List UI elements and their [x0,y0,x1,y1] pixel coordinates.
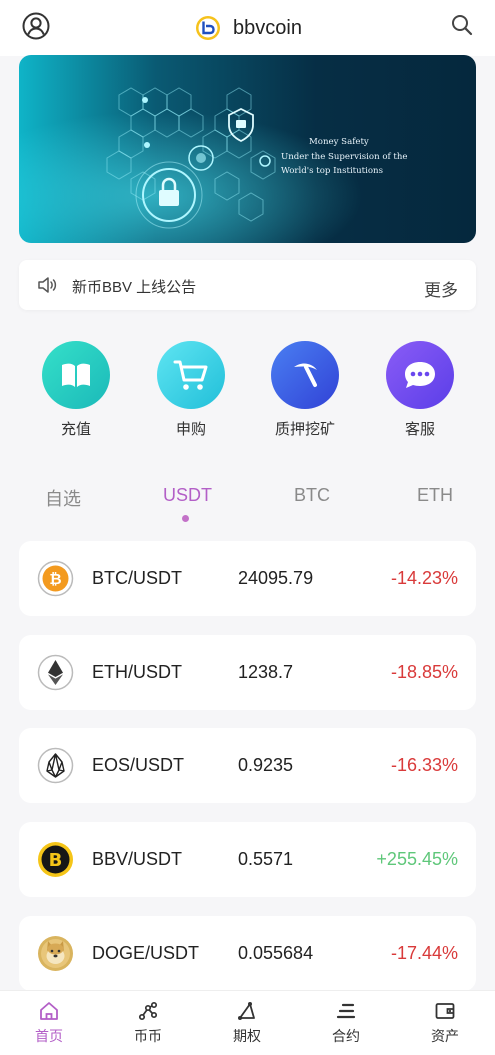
banner-line-1: Money Safety [309,137,369,147]
app-title: bbvcoin [233,16,302,39]
contract-icon [336,1003,356,1019]
eth-icon [37,654,74,691]
nav-contract[interactable]: 合约 [316,1000,376,1046]
quick-action-staking[interactable]: 质押挖矿 [270,341,340,439]
nav-options[interactable]: 期权 [217,1000,277,1046]
eos-icon [37,747,74,784]
book-icon [42,341,110,409]
bbvcoin-logo-icon [196,16,220,40]
doge-icon [38,936,73,971]
market-row[interactable]: EOS/USDT 0.9235 -16.33% [19,728,476,803]
search-icon[interactable] [450,13,474,37]
pair-price: 0.9235 [238,755,294,775]
nav-label: 资产 [431,1028,459,1044]
quick-action-label: 申购 [175,421,206,438]
market-row[interactable]: ETH/USDT 1238.7 -18.85% [19,635,476,710]
nav-label: 合约 [332,1028,360,1044]
chat-icon [386,341,454,409]
user-circle-icon[interactable] [22,12,50,40]
quick-action-label: 客服 [404,421,435,438]
nav-home[interactable]: 首页 [19,1000,79,1046]
market-row[interactable]: B BBV/USDT 0.5571 +255.45% [19,822,476,897]
pickaxe-icon [271,341,339,409]
pair-name: BTC/USDT [92,568,182,588]
btc-icon: ₿ [37,560,74,597]
market-row[interactable]: DOGE/USDT 0.055684 -17.44% [19,916,476,991]
quick-action-label: 质押挖矿 [274,421,335,438]
exchange-icon [138,1001,158,1021]
pair-price: 0.5571 [238,849,294,869]
bbv-icon: B [38,842,73,877]
wallet-icon [435,1003,455,1019]
cart-icon [157,341,225,409]
promo-banner[interactable]: Money Safety Under the Supervision of th… [19,55,476,243]
nav-assets[interactable]: 资产 [415,1000,475,1046]
market-row[interactable]: ₿ BTC/USDT 24095.79 -14.23% [19,541,476,616]
bottom-tab-bar: 首页 币币 期权 合约 资产 [0,990,495,1055]
pair-change: -17.44% [390,943,458,963]
top-header: bbvcoin [0,0,495,56]
nav-label: 首页 [35,1028,63,1044]
pair-name: DOGE/USDT [92,943,200,963]
nav-exchange[interactable]: 币币 [118,1000,178,1046]
banner-line-3: World's top Institutions [281,166,383,176]
pair-change: -16.33% [390,755,458,775]
quick-action-deposit[interactable]: 充值 [41,341,111,439]
tab-favorites[interactable]: 自选 [45,485,81,511]
svg-text:B: B [49,850,63,871]
brand: bbvcoin [195,14,302,42]
active-tab-indicator [182,515,189,522]
pair-price: 0.055684 [238,943,314,963]
tab-usdt[interactable]: USDT [163,485,212,506]
pair-price: 24095.79 [238,568,314,588]
pair-name: BBV/USDT [92,849,183,869]
quick-action-support[interactable]: 客服 [385,341,455,439]
pair-name: EOS/USDT [92,755,185,775]
banner-caption: Money Safety Under the Supervision of th… [281,135,408,179]
announcement-more-link[interactable]: 更多 [424,276,458,301]
tab-eth[interactable]: ETH [417,485,453,506]
pair-change: -14.23% [390,568,458,588]
home-icon [40,1002,58,1020]
pair-price: 1238.7 [238,662,294,682]
announcement-text: 新币BBV 上线公告 [72,279,197,296]
nav-label: 期权 [233,1028,261,1044]
tab-btc[interactable]: BTC [294,485,330,506]
announcement-bar[interactable]: 新币BBV 上线公告 更多 [19,260,476,310]
svg-text:₿: ₿ [49,570,61,588]
speaker-icon [38,277,57,293]
nav-label: 币币 [134,1028,162,1044]
pair-change: -18.85% [390,662,458,682]
pair-name: ETH/USDT [92,662,182,682]
pair-change: +255.45% [376,849,458,869]
banner-line-2: Under the Supervision of the [281,151,408,162]
quick-action-subscribe[interactable]: 申购 [156,341,226,439]
options-icon [238,1002,255,1020]
quick-action-label: 充值 [60,421,91,438]
